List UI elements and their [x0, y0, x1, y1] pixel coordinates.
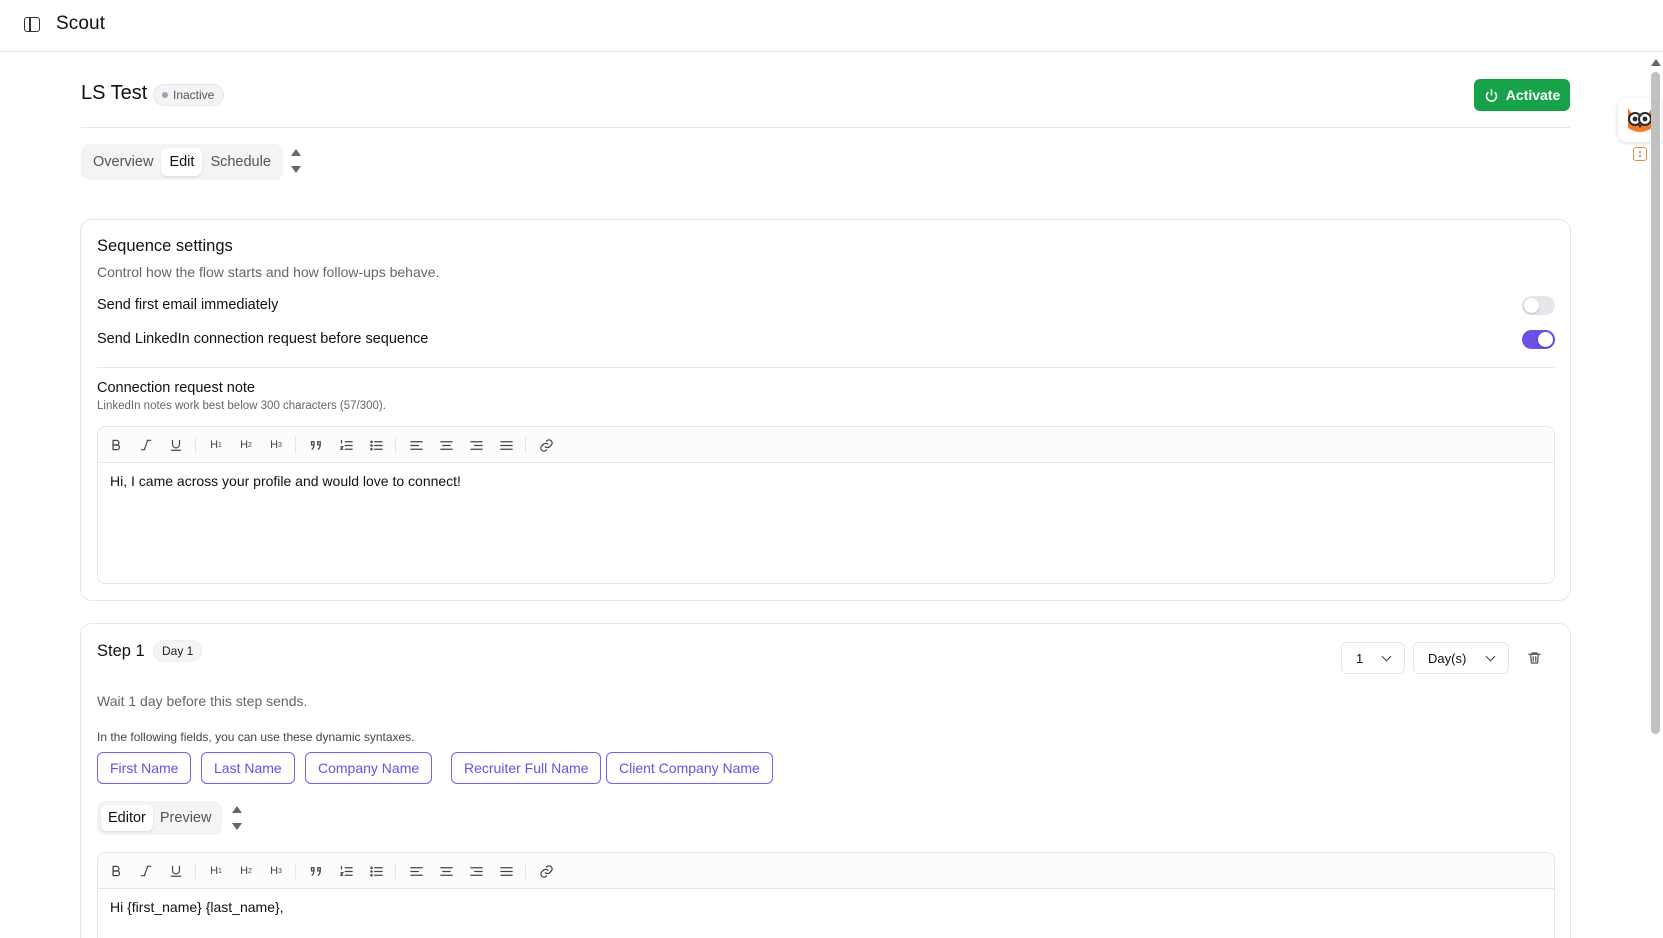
editor-toolbar: H1 H2 H3 [98, 853, 1554, 889]
heading2-icon[interactable]: H2 [234, 859, 258, 883]
step-body-text[interactable]: Hi {first_name} {last_name}, [110, 899, 284, 915]
chip-recruiter-full-name[interactable]: Recruiter Full Name [451, 752, 602, 784]
delay-value: 1 [1356, 650, 1364, 666]
heading1-icon[interactable]: H1 [204, 433, 228, 457]
bullet-list-icon[interactable] [364, 859, 388, 883]
heading2-icon[interactable]: H2 [234, 433, 258, 457]
connection-note-label: Connection request note [97, 380, 255, 396]
tabs-scroll-spinner[interactable] [290, 145, 302, 177]
scroll-down-icon[interactable] [232, 823, 242, 830]
ordered-list-icon[interactable] [334, 859, 358, 883]
connection-note-editor[interactable]: H1 H2 H3 Hi, I came across your profile … [97, 426, 1555, 584]
align-left-icon[interactable] [404, 859, 428, 883]
delay-value-select[interactable]: 1 [1341, 642, 1405, 674]
quote-icon[interactable] [304, 859, 328, 883]
step-1-card: Step 1 Day 1 1 Day(s) Wait 1 day before … [80, 623, 1571, 938]
syntax-hint: In the following fields, you can use the… [97, 730, 415, 744]
scrollbar-up-icon[interactable] [1651, 59, 1661, 66]
delay-unit-select[interactable]: Day(s) [1413, 642, 1509, 674]
activate-label: Activate [1505, 87, 1561, 103]
heading3-icon[interactable]: H3 [264, 859, 288, 883]
quote-icon[interactable] [304, 433, 328, 457]
linkedin-request-label: Send LinkedIn connection request before … [97, 331, 429, 347]
toolbar-separator [525, 863, 526, 879]
bold-icon[interactable] [104, 433, 128, 457]
status-label: Inactive [173, 88, 215, 102]
scroll-down-icon[interactable] [291, 166, 301, 173]
header-divider [81, 127, 1570, 128]
chip-client-company-name[interactable]: Client Company Name [606, 752, 773, 784]
toggle-knob [1538, 332, 1553, 347]
linkedin-request-toggle[interactable] [1522, 330, 1555, 349]
underline-icon[interactable] [164, 859, 188, 883]
divider [97, 367, 1555, 368]
send-first-email-toggle[interactable] [1522, 296, 1555, 315]
toolbar-separator [195, 437, 196, 453]
status-dot-icon [162, 92, 168, 98]
align-justify-icon[interactable] [494, 433, 518, 457]
link-icon[interactable] [534, 433, 558, 457]
italic-icon[interactable] [134, 433, 158, 457]
toggle-knob [1524, 298, 1539, 313]
heading1-icon[interactable]: H1 [204, 859, 228, 883]
page-scrollbar[interactable] [1651, 72, 1660, 734]
main-tabs: Overview Edit Schedule [81, 144, 283, 180]
bold-icon[interactable] [104, 859, 128, 883]
chevron-down-icon [1381, 651, 1392, 662]
scroll-up-icon[interactable] [232, 806, 242, 813]
delete-step-icon[interactable] [1527, 650, 1543, 666]
toolbar-separator [525, 437, 526, 453]
toolbar-separator [295, 863, 296, 879]
subtabs-scroll-spinner[interactable] [231, 802, 243, 834]
align-center-icon[interactable] [434, 433, 458, 457]
step-body-editor[interactable]: H1 H2 H3 Hi {first_name} {last_name}, [97, 852, 1555, 938]
activate-button[interactable]: Activate [1474, 79, 1570, 111]
card-subtitle: Control how the flow starts and how foll… [97, 264, 440, 280]
toolbar-separator [395, 437, 396, 453]
tab-editor[interactable]: Editor [101, 805, 153, 831]
heading3-icon[interactable]: H3 [264, 433, 288, 457]
align-right-icon[interactable] [464, 433, 488, 457]
page-title: LS Test [81, 82, 148, 104]
tab-schedule[interactable]: Schedule [202, 148, 278, 176]
chip-company-name[interactable]: Company Name [305, 752, 433, 784]
scroll-up-icon[interactable] [291, 149, 301, 156]
align-justify-icon[interactable] [494, 859, 518, 883]
extension-widget-icon[interactable] [1633, 147, 1647, 161]
delay-unit: Day(s) [1428, 650, 1467, 666]
wait-text: Wait 1 day before this step sends. [97, 693, 308, 709]
power-icon [1485, 88, 1498, 102]
align-center-icon[interactable] [434, 859, 458, 883]
tab-edit[interactable]: Edit [161, 148, 203, 176]
editor-preview-tabs: Editor Preview [97, 801, 223, 835]
italic-icon[interactable] [134, 859, 158, 883]
chevron-down-icon [1485, 651, 1496, 662]
align-left-icon[interactable] [404, 433, 428, 457]
link-icon[interactable] [534, 859, 558, 883]
chip-first-name[interactable]: First Name [97, 752, 192, 784]
day-badge: Day 1 [153, 640, 203, 662]
step-title: Step 1 [97, 642, 145, 660]
chip-last-name[interactable]: Last Name [201, 752, 295, 784]
tab-preview[interactable]: Preview [153, 805, 219, 831]
card-title: Sequence settings [97, 237, 233, 255]
ordered-list-icon[interactable] [334, 433, 358, 457]
toolbar-separator [195, 863, 196, 879]
sidebar-toggle-icon[interactable] [24, 17, 40, 32]
toolbar-separator [395, 863, 396, 879]
align-right-icon[interactable] [464, 859, 488, 883]
connection-note-hint: LinkedIn notes work best below 300 chara… [97, 400, 386, 412]
toolbar-separator [295, 437, 296, 453]
status-badge: Inactive [153, 84, 225, 106]
connection-note-text[interactable]: Hi, I came across your profile and would… [110, 473, 461, 489]
sequence-settings-card: Sequence settings Control how the flow s… [80, 219, 1571, 601]
app-title: Scout [56, 13, 106, 34]
underline-icon[interactable] [164, 433, 188, 457]
tab-overview[interactable]: Overview [85, 148, 161, 176]
editor-toolbar: H1 H2 H3 [98, 427, 1554, 463]
bullet-list-icon[interactable] [364, 433, 388, 457]
send-first-email-label: Send first email immediately [97, 297, 279, 313]
top-bar: Scout [0, 0, 1663, 52]
